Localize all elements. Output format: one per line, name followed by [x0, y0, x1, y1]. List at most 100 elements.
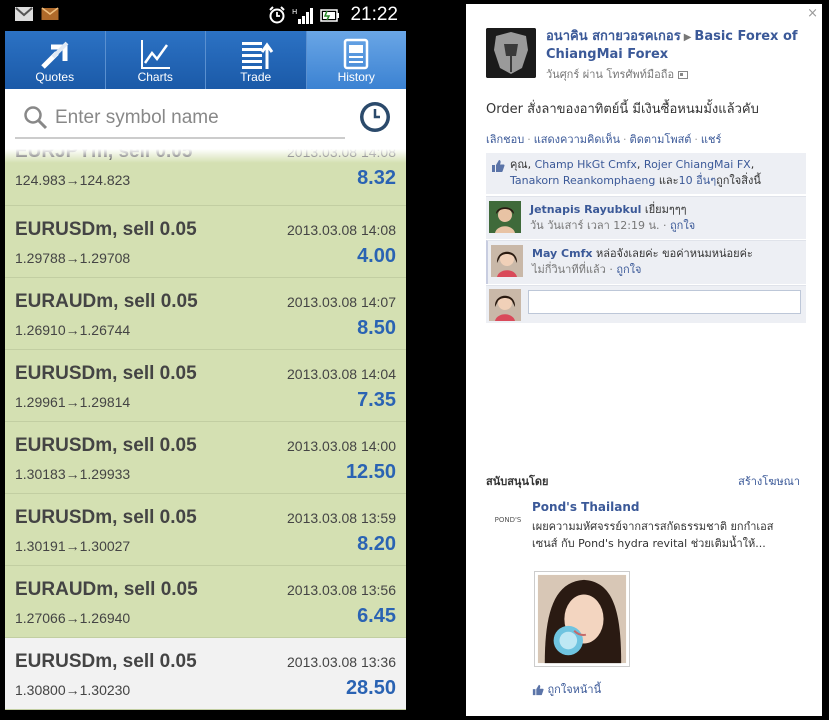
- comment-link[interactable]: แสดงความคิดเห็น: [534, 133, 620, 146]
- alarm-icon: [269, 6, 286, 24]
- comment-text: หล่อจังเลยค่ะ ขอค่าหนมหน่อยค่ะ: [592, 247, 753, 260]
- ad-like-label: ถูกใจหน้านี้: [547, 683, 602, 696]
- trade-row[interactable]: EURJPYm, sell 0.05 2013.03.08 14:08 124.98…: [5, 149, 406, 206]
- search-input[interactable]: [55, 103, 335, 133]
- comment-like-link[interactable]: ถูกใจ: [616, 263, 641, 276]
- create-ad-link[interactable]: สร้างโฆษณา: [738, 472, 800, 490]
- post-header: อนาคิน สกายวอรคเกอร ▶ Basic Forex of Chian…: [546, 28, 806, 83]
- ad-like-page[interactable]: ถูกใจหน้านี้: [532, 680, 601, 698]
- sponsored-title: สนับสนุนโดย: [486, 475, 549, 488]
- trade-profit: 8.50: [357, 317, 396, 339]
- comment-input[interactable]: [528, 290, 801, 314]
- trade-profit: 8.32: [357, 167, 396, 189]
- trade-list-icon: [241, 42, 273, 69]
- trade-prices: 124.983→124.823: [15, 172, 131, 188]
- screenshot-root: H 21:22 Quotes Charts Trade History Ente…: [0, 0, 829, 720]
- liker-link[interactable]: Rojer ChiangMai FX: [644, 158, 751, 171]
- close-icon[interactable]: ×: [807, 6, 818, 21]
- trade-time: 2013.03.08 14:00: [287, 438, 396, 454]
- trade-row[interactable]: EURAUDm, sell 0.05 2013.03.08 14:07 1.2691…: [5, 278, 406, 350]
- trade-row[interactable]: EURAUDm, sell 0.05 2013.03.08 13:56 1.2706…: [5, 566, 406, 638]
- tab-label: Trade: [240, 70, 272, 84]
- tab-label: Quotes: [35, 70, 75, 84]
- phone-screen: H 21:22 Quotes Charts Trade History Ente…: [5, 0, 406, 720]
- comment-text: เยี่ยมๆๆๆ: [641, 203, 687, 216]
- liker-link[interactable]: Champ HkGt Cmfx: [535, 158, 637, 171]
- comment-composer: [486, 285, 806, 323]
- trade-row[interactable]: EURUSDm, sell 0.05 2013.03.08 13:59 1.3019…: [5, 494, 406, 566]
- post-subline: วันศุกร์ ผ่าน โทรศัพท์มือถือ: [546, 68, 675, 81]
- search-bar: [5, 89, 406, 149]
- gmail-icon: [15, 7, 33, 21]
- trade-profit: 12.50: [345, 461, 396, 483]
- commenter-name[interactable]: May Cmfx: [532, 247, 592, 260]
- unlike-link[interactable]: เลิกชอบ: [486, 133, 524, 146]
- trade-title: EURUSDm, sell 0.05: [15, 219, 197, 240]
- battery-icon: [320, 9, 340, 22]
- ad-page-name[interactable]: Pond's Thailand: [532, 500, 639, 514]
- comment-item: Jetnapis Rayubkul เยี่ยมๆๆๆ วัน วันเสาร์…: [486, 196, 806, 239]
- trade-title: EURJPYm, sell 0.05: [15, 149, 193, 162]
- ad-logo[interactable]: POND'S: [492, 510, 524, 530]
- comment-time[interactable]: วัน วันเสาร์ เวลา 12:19 น.: [530, 219, 660, 232]
- follow-post-link[interactable]: ติดตามโพสต์: [630, 133, 692, 146]
- trade-row[interactable]: EURUSDm, sell 0.05 2013.03.08 14:04 1.2996…: [5, 350, 406, 422]
- trade-time: 2013.03.08 13:59: [287, 510, 396, 526]
- trade-title: EURUSDm, sell 0.05: [15, 363, 197, 384]
- trade-time: 2013.03.08 14:08: [287, 149, 396, 160]
- trade-title: EURUSDm, sell 0.05: [15, 507, 197, 528]
- trade-row[interactable]: EURUSDm, sell 0.05 2013.03.08 14:08 1.2978…: [5, 206, 406, 278]
- tab-charts[interactable]: Charts: [105, 31, 206, 89]
- my-avatar: [489, 289, 521, 321]
- ad-description[interactable]: เผยความมหัศจรรย์จากสารสกัดธรรมชาติ ยกกำเ…: [532, 518, 792, 552]
- trade-time: 2013.03.08 14:07: [287, 294, 396, 310]
- trade-prices: 1.29788→1.29708: [15, 250, 131, 266]
- to-arrow-icon: ▶: [683, 32, 692, 43]
- quotes-arrows-icon: [40, 41, 69, 69]
- trade-time: 2013.03.08 13:56: [287, 582, 396, 598]
- liker-link[interactable]: Tanakorn Reankomphaeng: [510, 174, 655, 187]
- trade-row[interactable]: EURUSDm, sell 0.05 2013.03.08 13:36 1.3080…: [5, 638, 406, 710]
- history-document-icon: [344, 38, 369, 70]
- post-text: Order สั่งลาของอาทิตย์นี้ มีเงินซื้อหนมม…: [486, 102, 759, 117]
- trade-time: 2013.03.08 14:04: [287, 366, 396, 382]
- comment-time[interactable]: ไม่กี่วินาทีที่แล้ว: [532, 263, 606, 276]
- trade-prices: 1.29961→1.29814: [15, 394, 131, 410]
- message-icon: [41, 7, 59, 20]
- author-avatar[interactable]: [486, 28, 536, 78]
- trade-history-list: EURJPYm, sell 0.05 2013.03.08 14:08 124.98…: [5, 149, 406, 720]
- thumbs-up-icon: [532, 684, 544, 696]
- trade-title: EURAUDm, sell 0.05: [15, 291, 198, 312]
- trade-time: 2013.03.08 13:36: [287, 654, 396, 670]
- post-actions: เลิกชอบ · แสดงความคิดเห็น · ติดตามโพสต์ · แชร์: [486, 133, 722, 146]
- tab-quotes[interactable]: Quotes: [5, 31, 106, 89]
- trade-time: 2013.03.08 14:08: [287, 222, 396, 238]
- commenter-avatar[interactable]: [489, 201, 521, 233]
- author-name[interactable]: อนาคิน สกายวอรคเกอร: [546, 29, 681, 44]
- tab-history[interactable]: History: [306, 31, 406, 89]
- share-link[interactable]: แชร์: [701, 133, 721, 146]
- status-bar: H 21:22: [5, 0, 406, 31]
- trade-prices: 1.27066→1.26940: [15, 610, 131, 626]
- line-chart-icon: [141, 40, 171, 69]
- trade-title: EURUSDm, sell 0.05: [15, 651, 197, 672]
- tab-label: Charts: [137, 70, 173, 84]
- ad-image[interactable]: [534, 571, 630, 667]
- trade-row[interactable]: EURUSDm, sell 0.05 2013.03.08 14:00 1.3018…: [5, 422, 406, 494]
- likes-others-link[interactable]: 10 อื่นๆ: [679, 174, 717, 187]
- thumbs-up-icon: [492, 160, 505, 172]
- tab-trade[interactable]: Trade: [206, 31, 307, 89]
- trade-profit: 4.00: [357, 245, 396, 267]
- tab-bar: Quotes Charts Trade History: [5, 31, 406, 89]
- trade-prices: 1.26910→1.26744: [15, 322, 131, 338]
- comment-like-link[interactable]: ถูกใจ: [670, 219, 695, 232]
- likes-summary: คุณ, Champ HkGt Cmfx, Rojer ChiangMai FX…: [486, 153, 806, 194]
- comment-item: May Cmfx หล่อจังเลยค่ะ ขอค่าหนมหน่อยค่ะ …: [486, 240, 806, 284]
- commenter-name[interactable]: Jetnapis Rayubkul: [530, 203, 641, 216]
- commenter-avatar[interactable]: [491, 245, 523, 277]
- clock-history-icon[interactable]: [359, 101, 391, 133]
- search-icon: [24, 106, 48, 130]
- trade-prices: 1.30183→1.29933: [15, 466, 131, 482]
- search-box: [15, 97, 345, 139]
- trade-title: EURAUDm, sell 0.05: [15, 579, 198, 600]
